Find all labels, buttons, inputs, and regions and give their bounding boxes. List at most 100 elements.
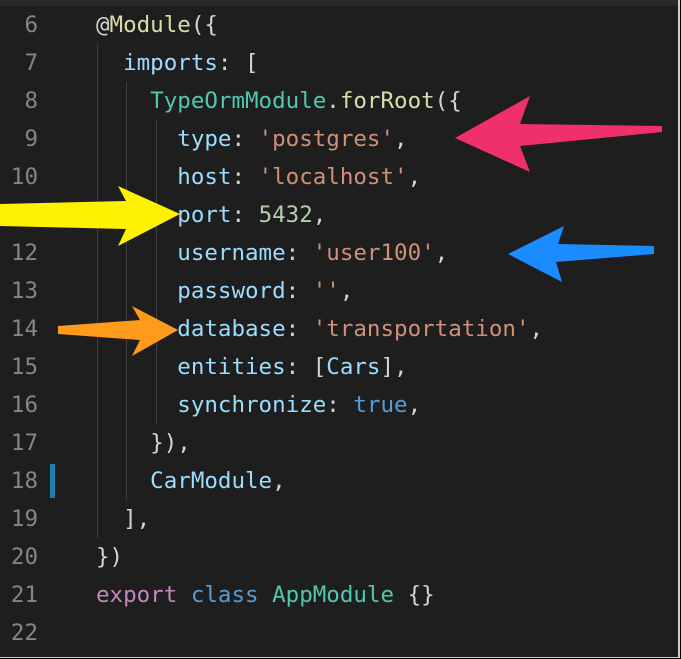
- code-token: 'localhost': [258, 164, 408, 190]
- code-line[interactable]: 13 password: '',: [0, 272, 678, 310]
- line-number: 18: [10, 468, 38, 494]
- line-number: 19: [10, 506, 38, 532]
- code-text: CarModule,: [96, 462, 286, 500]
- code-token: host: [96, 164, 232, 190]
- code-token: ,: [394, 126, 408, 152]
- code-token: export: [96, 582, 178, 608]
- code-line[interactable]: 20}): [0, 538, 678, 576]
- code-text: }),: [96, 424, 191, 462]
- code-text: imports: [: [96, 44, 259, 82]
- code-line[interactable]: 11 port: 5432,: [0, 196, 678, 234]
- code-token: :: [285, 240, 313, 266]
- code-line[interactable]: 15 entities: [Cars],: [0, 348, 678, 386]
- line-number: 20: [10, 544, 38, 570]
- code-token: :: [285, 316, 313, 342]
- code-token: imports: [96, 50, 218, 76]
- code-text: entities: [Cars],: [96, 348, 408, 386]
- code-text: username: 'user100',: [96, 234, 448, 272]
- code-line[interactable]: 17 }),: [0, 424, 678, 462]
- code-token: ],: [380, 354, 408, 380]
- code-token: password: [96, 278, 286, 304]
- line-number: 9: [24, 126, 38, 152]
- code-token: .: [326, 88, 340, 114]
- code-token: }): [96, 544, 124, 570]
- code-token: true: [353, 392, 408, 418]
- code-text: @Module({: [96, 6, 218, 44]
- line-number: 11: [10, 202, 38, 228]
- code-token: @: [96, 12, 110, 38]
- line-number: 12: [10, 240, 38, 266]
- code-text: database: 'transportation',: [96, 310, 543, 348]
- code-line[interactable]: 12 username: 'user100',: [0, 234, 678, 272]
- code-token: CarModule: [96, 468, 273, 494]
- code-token: database: [96, 316, 286, 342]
- code-token: ,: [272, 468, 286, 494]
- code-token: {}: [394, 582, 435, 608]
- code-line[interactable]: 22: [0, 614, 678, 652]
- code-text: password: '',: [96, 272, 353, 310]
- code-token: username: [96, 240, 286, 266]
- line-number: 10: [10, 164, 38, 190]
- line-number: 21: [10, 582, 38, 608]
- line-number: 17: [10, 430, 38, 456]
- code-token: : [: [285, 354, 327, 380]
- code-token: ,: [407, 164, 422, 190]
- code-token: ,: [529, 316, 544, 342]
- code-line[interactable]: 14 database: 'transportation',: [0, 310, 678, 348]
- line-number: 6: [24, 12, 38, 38]
- code-token: ,: [312, 202, 327, 228]
- code-token: entities: [96, 354, 286, 380]
- code-line[interactable]: 19 ],: [0, 500, 678, 538]
- code-token: Module: [109, 12, 191, 38]
- code-line[interactable]: 21 export class AppModule {}: [0, 576, 678, 614]
- code-text: }): [96, 538, 123, 576]
- code-token: type: [96, 126, 232, 152]
- code-token: forRoot: [339, 88, 435, 114]
- modified-line-marker: [50, 464, 55, 498]
- code-token: AppModule: [272, 582, 395, 608]
- line-number: 22: [10, 620, 38, 646]
- code-token: : [: [217, 50, 259, 76]
- code-token: 'postgres': [258, 126, 395, 152]
- code-token: 'user100': [312, 240, 435, 266]
- line-number: 7: [24, 50, 38, 76]
- code-token: :: [326, 392, 354, 418]
- line-number: 14: [10, 316, 38, 342]
- code-token: ,: [434, 240, 449, 266]
- code-token: class: [190, 582, 259, 608]
- code-text: type: 'postgres',: [96, 120, 408, 158]
- code-text: export class AppModule {}: [96, 576, 435, 614]
- code-token: :: [231, 202, 259, 228]
- code-token: :: [231, 164, 259, 190]
- code-token: synchronize: [96, 392, 327, 418]
- code-token: Cars: [326, 354, 381, 380]
- code-token: ,: [339, 278, 354, 304]
- code-line[interactable]: 9 type: 'postgres',: [0, 120, 678, 158]
- code-token: ],: [96, 506, 151, 532]
- code-token: ,: [407, 392, 422, 418]
- line-number: 13: [10, 278, 38, 304]
- code-token: :: [285, 278, 313, 304]
- code-line[interactable]: 8 TypeOrmModule.forRoot({: [0, 82, 678, 120]
- code-line[interactable]: 18 CarModule,: [0, 462, 678, 500]
- code-text: ],: [96, 500, 150, 538]
- code-token: :: [231, 126, 259, 152]
- code-line[interactable]: 6 @Module({: [0, 6, 678, 44]
- code-token: 'transportation': [312, 316, 530, 342]
- code-token: port: [96, 202, 232, 228]
- code-token: 5432: [258, 202, 313, 228]
- code-line[interactable]: 16 synchronize: true,: [0, 386, 678, 424]
- code-line[interactable]: 10 host: 'localhost',: [0, 158, 678, 196]
- code-line[interactable]: 7 imports: [: [0, 44, 678, 82]
- line-number: 8: [24, 88, 38, 114]
- code-token: ({: [434, 88, 462, 114]
- line-number: 16: [10, 392, 38, 418]
- code-token: '': [312, 278, 340, 304]
- code-token: ({: [190, 12, 218, 38]
- code-text: port: 5432,: [96, 196, 326, 234]
- code-text: synchronize: true,: [96, 386, 421, 424]
- code-token: }),: [96, 430, 191, 456]
- code-editor[interactable]: 6 @Module({7 imports: [8 TypeOrmModule.fo…: [0, 0, 680, 658]
